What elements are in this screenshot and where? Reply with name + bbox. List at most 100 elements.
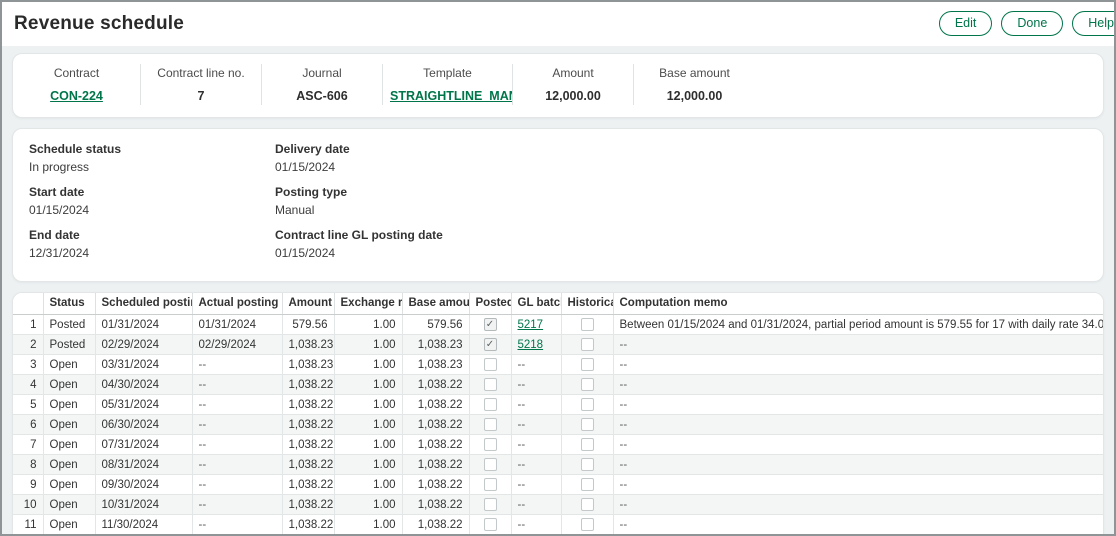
posted-cell: ✓: [469, 315, 511, 335]
gl-batch-link[interactable]: 5217: [518, 319, 544, 331]
scheduled-posting-date-cell: 11/30/2024: [95, 515, 192, 535]
summary-value-link[interactable]: CON-224: [50, 89, 103, 103]
computation-memo-cell: --: [613, 415, 1103, 435]
row-number-cell: 1: [13, 315, 43, 335]
posted-checkbox[interactable]: [484, 458, 497, 471]
exchange-rate-cell: 1.00: [334, 415, 402, 435]
computation-memo-cell: --: [613, 515, 1103, 535]
posted-checkbox[interactable]: [484, 358, 497, 371]
computation-memo-cell: --: [613, 355, 1103, 375]
summary-field-contract: ContractCON-224: [13, 64, 141, 105]
details-right-column: Delivery date01/15/2024Posting typeManua…: [275, 142, 443, 271]
col-header-posted: Posted: [469, 293, 511, 315]
contract-summary-card: ContractCON-224Contract line no.7Journal…: [12, 53, 1104, 118]
historical-checkbox[interactable]: [581, 358, 594, 371]
status-cell: Open: [43, 435, 95, 455]
posted-checkbox[interactable]: [484, 478, 497, 491]
col-header-actual-posting-date: Actual posting date: [192, 293, 282, 315]
posted-cell: [469, 475, 511, 495]
amount-cell: 1,038.22: [282, 475, 334, 495]
detail-field-value: In progress: [29, 160, 275, 174]
summary-field-base-amount: Base amount 12,000.00: [634, 64, 755, 105]
posted-cell: [469, 495, 511, 515]
col-header-exchange-rate: Exchange rate: [334, 293, 402, 315]
historical-cell: [561, 495, 613, 515]
summary-value-link[interactable]: STRAIGHTLINE_MANUAL: [390, 89, 513, 103]
computation-memo-cell: --: [613, 435, 1103, 455]
summary-field-contract-line-no-: Contract line no. 7: [141, 64, 262, 105]
posted-checkbox[interactable]: [484, 498, 497, 511]
gl-batch-cell: --: [511, 415, 561, 435]
summary-field-value: ASC-606: [266, 89, 378, 103]
historical-cell: [561, 375, 613, 395]
detail-field-value: 01/15/2024: [29, 203, 275, 217]
scheduled-posting-date-cell: 06/30/2024: [95, 415, 192, 435]
historical-checkbox[interactable]: [581, 518, 594, 531]
posted-cell: [469, 455, 511, 475]
revenue-schedule-screen: Revenue schedule Edit Done Help Contract…: [0, 0, 1116, 536]
posted-cell: [469, 395, 511, 415]
historical-cell: [561, 395, 613, 415]
base-amount-cell: 1,038.23: [402, 335, 469, 355]
summary-field-label: Contract line no.: [145, 66, 257, 80]
edit-button[interactable]: Edit: [939, 11, 993, 36]
gl-batch-cell: --: [511, 495, 561, 515]
historical-checkbox[interactable]: [581, 438, 594, 451]
historical-cell: [561, 475, 613, 495]
status-cell: Open: [43, 455, 95, 475]
posted-checkbox[interactable]: ✓: [484, 318, 497, 331]
gl-batch-link[interactable]: 5218: [518, 339, 544, 351]
posted-checkbox[interactable]: [484, 438, 497, 451]
historical-checkbox[interactable]: [581, 398, 594, 411]
amount-cell: 1,038.23: [282, 355, 334, 375]
actual-posting-date-cell: --: [192, 395, 282, 415]
row-number-cell: 10: [13, 495, 43, 515]
historical-checkbox[interactable]: [581, 338, 594, 351]
computation-memo-cell: --: [613, 395, 1103, 415]
historical-cell: [561, 315, 613, 335]
summary-field-label: Base amount: [638, 66, 751, 80]
actual-posting-date-cell: --: [192, 435, 282, 455]
posted-cell: [469, 415, 511, 435]
historical-checkbox[interactable]: [581, 378, 594, 391]
gl-batch-cell: --: [511, 515, 561, 535]
historical-checkbox[interactable]: [581, 478, 594, 491]
actual-posting-date-cell: --: [192, 515, 282, 535]
computation-memo-cell: --: [613, 375, 1103, 395]
summary-field-value: 12,000.00: [638, 89, 751, 103]
detail-field-value: 01/15/2024: [275, 160, 443, 174]
posted-cell: [469, 375, 511, 395]
summary-field-value: 7: [145, 89, 257, 103]
done-button[interactable]: Done: [1001, 11, 1063, 36]
detail-field-contract-line-gl-posting-date: Contract line GL posting date01/15/2024: [275, 228, 443, 260]
schedule-table-card: StatusScheduled posting dateActual posti…: [12, 292, 1104, 536]
exchange-rate-cell: 1.00: [334, 435, 402, 455]
historical-checkbox[interactable]: [581, 498, 594, 511]
amount-cell: 1,038.22: [282, 515, 334, 535]
table-row: 9Open09/30/2024--1,038.221.001,038.22---…: [13, 475, 1103, 495]
posted-checkbox[interactable]: [484, 398, 497, 411]
posted-checkbox[interactable]: [484, 418, 497, 431]
detail-field-value: 01/15/2024: [275, 246, 443, 260]
detail-field-posting-type: Posting typeManual: [275, 185, 443, 217]
table-header-row: StatusScheduled posting dateActual posti…: [13, 293, 1103, 315]
amount-cell: 1,038.22: [282, 395, 334, 415]
detail-field-label: End date: [29, 228, 275, 242]
base-amount-cell: 1,038.22: [402, 435, 469, 455]
historical-checkbox[interactable]: [581, 458, 594, 471]
posted-checkbox[interactable]: [484, 378, 497, 391]
actual-posting-date-cell: --: [192, 375, 282, 395]
table-row: 11Open11/30/2024--1,038.221.001,038.22--…: [13, 515, 1103, 535]
col-header-computation-memo: Computation memo: [613, 293, 1103, 315]
gl-batch-cell: --: [511, 475, 561, 495]
historical-checkbox[interactable]: [581, 418, 594, 431]
help-button[interactable]: Help: [1072, 11, 1114, 36]
historical-cell: [561, 435, 613, 455]
posted-checkbox[interactable]: [484, 518, 497, 531]
scheduled-posting-date-cell: 05/31/2024: [95, 395, 192, 415]
detail-field-label: Schedule status: [29, 142, 275, 156]
base-amount-cell: 1,038.23: [402, 355, 469, 375]
historical-checkbox[interactable]: [581, 318, 594, 331]
table-row: 8Open08/31/2024--1,038.221.001,038.22---…: [13, 455, 1103, 475]
posted-checkbox[interactable]: ✓: [484, 338, 497, 351]
